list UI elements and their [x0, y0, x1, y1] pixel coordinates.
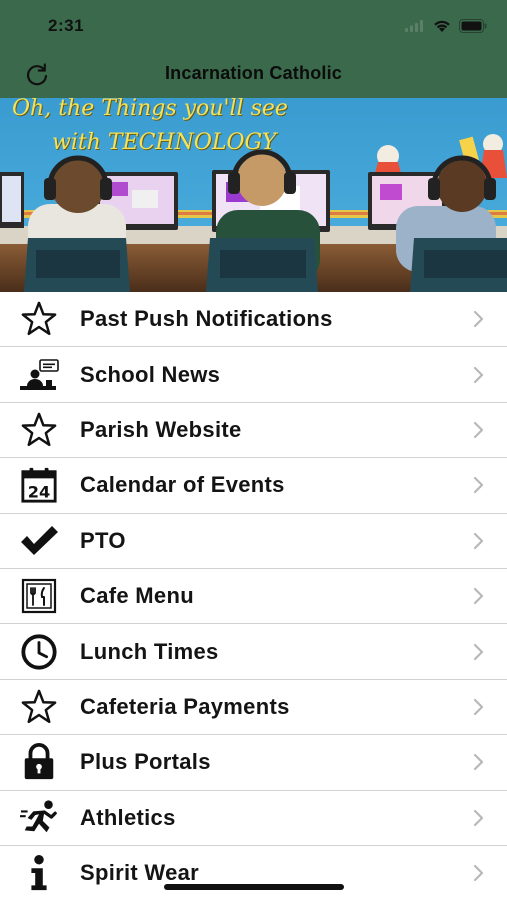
menu-item-label: Cafeteria Payments — [80, 693, 290, 719]
banner-caption-line2: with TECHNOLOGY — [52, 130, 277, 155]
menu-item-label: School News — [80, 361, 221, 387]
banner-image: Oh, the Things you'll see with TECHNOLOG… — [0, 98, 507, 292]
calendar-icon-day: 24 — [28, 483, 50, 502]
signal-icon — [405, 20, 423, 32]
battery-icon — [459, 19, 487, 33]
menu-item-label: Cafe Menu — [80, 583, 194, 609]
chevron-right-icon — [473, 588, 484, 605]
chevron-right-icon — [473, 643, 484, 660]
chevron-right-icon — [473, 311, 484, 328]
banner-caption-line1: Oh, the Things you'll see — [12, 98, 288, 121]
menu-card-icon — [18, 575, 60, 617]
chevron-right-icon — [473, 864, 484, 882]
status-bar: 2:31 — [0, 0, 507, 52]
menu-item-cafe-menu[interactable]: Cafe Menu — [0, 569, 507, 625]
status-time: 2:31 — [48, 16, 85, 35]
chevron-right-icon — [473, 532, 484, 549]
chevron-right-icon — [473, 366, 484, 383]
menu-item-school-news[interactable]: School News — [0, 347, 507, 403]
chevron-right-icon — [473, 477, 484, 494]
clock-icon — [18, 631, 60, 673]
menu-item-pto[interactable]: PTO — [0, 514, 507, 569]
nav-bar: Incarnation Catholic — [0, 52, 507, 98]
menu-item-label: Parish Website — [80, 416, 242, 442]
chevron-right-icon — [473, 421, 484, 439]
page-title: Incarnation Catholic — [164, 63, 343, 83]
menu-item-past-push-notifications[interactable]: Past Push Notifications — [0, 292, 507, 348]
star-outline-icon — [18, 686, 60, 728]
menu-item-lunch-times[interactable]: Lunch Times — [0, 624, 507, 680]
classroom-illustration — [0, 98, 507, 292]
star-outline-icon — [18, 409, 60, 451]
info-icon — [18, 852, 60, 894]
chevron-right-icon — [473, 698, 484, 716]
menu-item-label: PTO — [80, 527, 126, 553]
status-icons — [405, 16, 487, 36]
menu-item-calendar-of-events[interactable]: 24 Calendar of Events — [0, 458, 507, 514]
menu-item-spirit-wear[interactable]: Spirit Wear — [0, 846, 507, 900]
menu-item-label: Past Push Notifications — [80, 306, 333, 332]
menu-item-label: Calendar of Events — [80, 472, 285, 498]
menu-list: Past Push Notifications School News Pari… — [0, 292, 507, 900]
menu-item-cafeteria-payments[interactable]: Cafeteria Payments — [0, 680, 507, 736]
menu-item-athletics[interactable]: Athletics — [0, 791, 507, 846]
menu-item-plus-portals[interactable]: Plus Portals — [0, 735, 507, 791]
star-outline-icon — [18, 298, 60, 340]
calendar-icon: 24 — [18, 464, 60, 506]
checkmark-icon — [18, 520, 60, 562]
menu-item-label: Athletics — [80, 804, 176, 830]
chevron-right-icon — [473, 809, 484, 826]
news-icon — [18, 354, 60, 396]
app-header: 2:31 Incarnation Catholic — [0, 0, 507, 98]
menu-item-label: Plus Portals — [80, 749, 211, 775]
runner-icon — [18, 797, 60, 839]
lock-icon — [18, 741, 60, 783]
menu-item-parish-website[interactable]: Parish Website — [0, 403, 507, 459]
home-indicator[interactable] — [164, 884, 344, 890]
wifi-icon — [434, 20, 450, 32]
menu-item-label: Lunch Times — [80, 638, 219, 664]
chevron-right-icon — [473, 754, 484, 771]
menu-item-label: Spirit Wear — [80, 860, 200, 886]
